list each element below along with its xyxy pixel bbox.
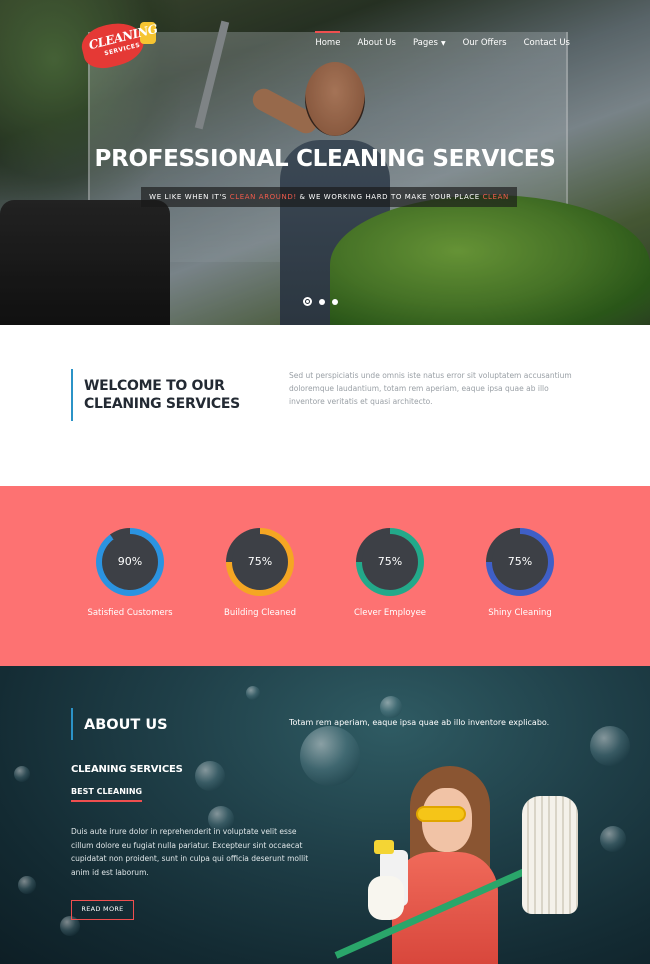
slider-dot-3[interactable] bbox=[332, 298, 338, 305]
progress-ring: 75% bbox=[356, 528, 424, 596]
slider-dots bbox=[303, 297, 338, 306]
stat-value: 90% bbox=[102, 534, 158, 590]
water-drop bbox=[246, 686, 260, 700]
stat-label: Satisfied Customers bbox=[87, 608, 173, 618]
water-drop bbox=[14, 766, 30, 782]
hero-title-light: PROFESSIONAL bbox=[94, 146, 297, 172]
stat-satisfied-customers: 90% Satisfied Customers bbox=[65, 528, 195, 618]
progress-ring: 75% bbox=[486, 528, 554, 596]
stat-value: 75% bbox=[232, 534, 288, 590]
about-heading: CLEANING SERVICES bbox=[71, 764, 183, 775]
welcome-section: WELCOME TO OUR CLEANING SERVICES Sed ut p… bbox=[0, 325, 650, 486]
stat-value: 75% bbox=[492, 534, 548, 590]
chevron-down-icon: ▼ bbox=[440, 40, 446, 47]
site-logo[interactable]: CLEANING SERVICES bbox=[77, 17, 162, 73]
slider-dot-2[interactable] bbox=[319, 298, 325, 305]
slider-dot-1[interactable] bbox=[303, 297, 312, 306]
about-title: ABOUT US bbox=[84, 717, 168, 733]
welcome-accent-bar bbox=[71, 369, 73, 421]
hero-title-bold: CLEANING SERVICES bbox=[296, 146, 556, 172]
stat-label: Building Cleaned bbox=[224, 608, 296, 618]
nav-our-offers[interactable]: Our Offers bbox=[463, 38, 507, 48]
water-drop bbox=[380, 696, 402, 718]
hero-sub-part-2: & WE WORKING HARD TO MAKE YOUR PLACE bbox=[296, 193, 483, 201]
stat-label: Shiny Cleaning bbox=[488, 608, 552, 618]
about-section: ABOUT US Totam rem aperiam, eaque ipsa q… bbox=[0, 666, 650, 964]
read-more-button[interactable]: READ MORE bbox=[71, 900, 134, 920]
nav-pages-label: Pages bbox=[412, 38, 438, 48]
stat-clever-employee: 75% Clever Employee bbox=[325, 528, 455, 618]
stats-section: 90% Satisfied Customers 75% Building Cle… bbox=[0, 486, 650, 666]
about-subheading: BEST CLEANING bbox=[71, 787, 143, 802]
stat-label: Clever Employee bbox=[353, 608, 427, 618]
hero-slider: CLEANING SERVICES Home About Us Pages ▼ O… bbox=[0, 0, 650, 325]
stat-value: 75% bbox=[362, 534, 418, 590]
hero-sub-highlight-2: CLEAN bbox=[482, 193, 509, 201]
welcome-title-line-2: CLEANING SERVICES bbox=[84, 396, 240, 412]
nav-about-us[interactable]: About Us bbox=[357, 38, 395, 48]
water-drop bbox=[590, 726, 630, 766]
nav-home[interactable]: Home bbox=[315, 31, 341, 48]
welcome-title-line-1: WELCOME TO OUR bbox=[84, 378, 225, 394]
about-accent-bar bbox=[71, 708, 73, 740]
welcome-text: Sed ut perspiciatis unde omnis iste natu… bbox=[289, 371, 572, 406]
hero-subtitle: WE LIKE WHEN IT'S CLEAN AROUND! & WE WOR… bbox=[141, 187, 517, 207]
hero-title: PROFESSIONAL CLEANING SERVICES bbox=[0, 146, 650, 172]
progress-ring: 75% bbox=[226, 528, 294, 596]
mop-head bbox=[522, 796, 578, 914]
about-lead: Totam rem aperiam, eaque ipsa quae ab il… bbox=[289, 718, 550, 727]
hero-sub-part-1: WE LIKE WHEN IT'S bbox=[149, 193, 230, 201]
water-drop bbox=[195, 761, 225, 791]
stat-building-cleaned: 75% Building Cleaned bbox=[195, 528, 325, 618]
water-drop bbox=[18, 876, 36, 894]
glove bbox=[368, 876, 404, 920]
water-drop bbox=[600, 826, 626, 852]
main-nav: Home About Us Pages ▼ Our Offers Contact … bbox=[315, 31, 570, 48]
progress-ring: 90% bbox=[96, 528, 164, 596]
nav-pages[interactable]: Pages ▼ bbox=[413, 38, 446, 48]
welcome-title: WELCOME TO OUR CLEANING SERVICES bbox=[84, 377, 240, 413]
nav-contact-us[interactable]: Contact Us bbox=[524, 38, 570, 48]
about-body: Duis aute irure dolor in reprehenderit i… bbox=[71, 827, 309, 877]
spray-nozzle bbox=[374, 840, 394, 854]
goggles bbox=[416, 806, 466, 822]
stat-shiny-cleaning: 75% Shiny Cleaning bbox=[455, 528, 585, 618]
hero-sub-highlight-1: CLEAN AROUND! bbox=[229, 193, 297, 201]
